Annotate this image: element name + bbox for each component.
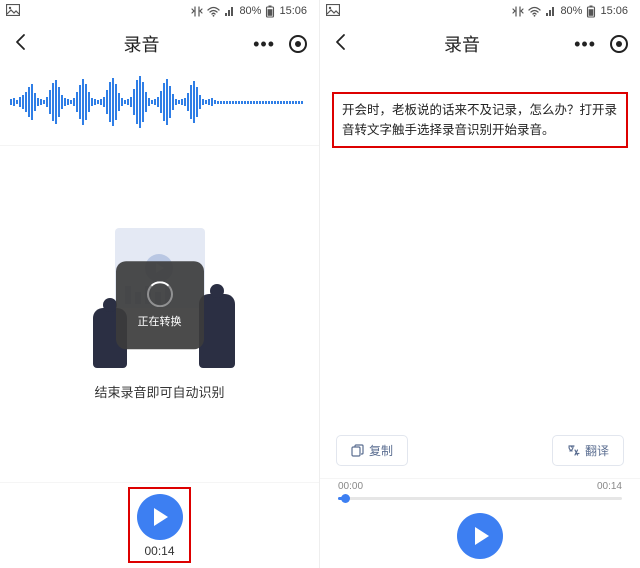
- phone-left: 80% 15:06 录音 •••: [0, 0, 320, 568]
- illustration-zone: 结束录音即可自动识别 正在转换: [0, 146, 319, 482]
- nav-bar: 录音 •••: [0, 22, 319, 66]
- picture-icon: [6, 4, 20, 19]
- progress-slider[interactable]: 00:00 00:14: [338, 491, 622, 505]
- transcript-text: 开会时，老板说的话来不及记录，怎么办？打开录音转文字触手选择录音识别开始录音。: [332, 92, 628, 148]
- target-icon[interactable]: [610, 35, 628, 53]
- status-right: 80% 15:06: [512, 5, 628, 18]
- battery-icon: [586, 5, 596, 18]
- battery-icon: [265, 5, 275, 18]
- wifi-icon: [528, 6, 541, 17]
- waveform-area: [0, 66, 319, 146]
- playback-bar: 00:00 00:14: [320, 478, 640, 568]
- target-icon[interactable]: [289, 35, 307, 53]
- clock: 15:06: [279, 5, 307, 17]
- signal-icon: [224, 6, 235, 17]
- back-icon[interactable]: [332, 33, 350, 56]
- translate-button[interactable]: 翻译: [552, 435, 624, 466]
- slider-end: 00:14: [597, 481, 622, 492]
- loading-toast: 正在转换: [116, 261, 204, 349]
- status-right: 80% 15:06: [191, 5, 307, 18]
- vibrate-icon: [191, 6, 203, 17]
- status-bar: 80% 15:06: [0, 0, 319, 22]
- vibrate-icon: [512, 6, 524, 17]
- slider-knob[interactable]: [341, 494, 350, 503]
- nav-title: 录音: [30, 31, 253, 57]
- more-icon[interactable]: •••: [253, 34, 275, 55]
- back-icon[interactable]: [12, 33, 30, 56]
- bottom-bar: 00:14: [0, 482, 319, 568]
- translate-icon: [567, 444, 580, 457]
- illustration-caption: 结束录音即可自动识别: [94, 382, 224, 401]
- phone-right: 80% 15:06 录音 ••• 开会时，老板说的话来不及记录，怎么办？打开录音…: [320, 0, 640, 568]
- transcript-area: 开会时，老板说的话来不及记录，怎么办？打开录音转文字触手选择录音识别开始录音。 …: [320, 66, 640, 478]
- slider-start: 00:00: [338, 481, 363, 492]
- toast-text: 正在转换: [138, 313, 182, 329]
- waveform: [0, 72, 319, 132]
- signal-icon: [545, 6, 556, 17]
- copy-icon: [351, 444, 364, 457]
- play-button[interactable]: [137, 494, 183, 540]
- spinner-icon: [147, 281, 173, 307]
- more-icon[interactable]: •••: [574, 34, 596, 55]
- nav-title: 录音: [350, 31, 574, 57]
- clock: 15:06: [600, 5, 628, 17]
- nav-bar: 录音 •••: [320, 22, 640, 66]
- battery-pct: 80%: [560, 5, 582, 17]
- status-bar: 80% 15:06: [320, 0, 640, 22]
- wifi-icon: [207, 6, 220, 17]
- copy-label: 复制: [369, 442, 393, 459]
- translate-label: 翻译: [585, 442, 609, 459]
- picture-icon: [326, 4, 340, 19]
- action-row: 复制 翻译: [320, 435, 640, 466]
- play-button[interactable]: [457, 513, 503, 559]
- timer-label: 00:14: [144, 544, 174, 558]
- copy-button[interactable]: 复制: [336, 435, 408, 466]
- battery-pct: 80%: [239, 5, 261, 17]
